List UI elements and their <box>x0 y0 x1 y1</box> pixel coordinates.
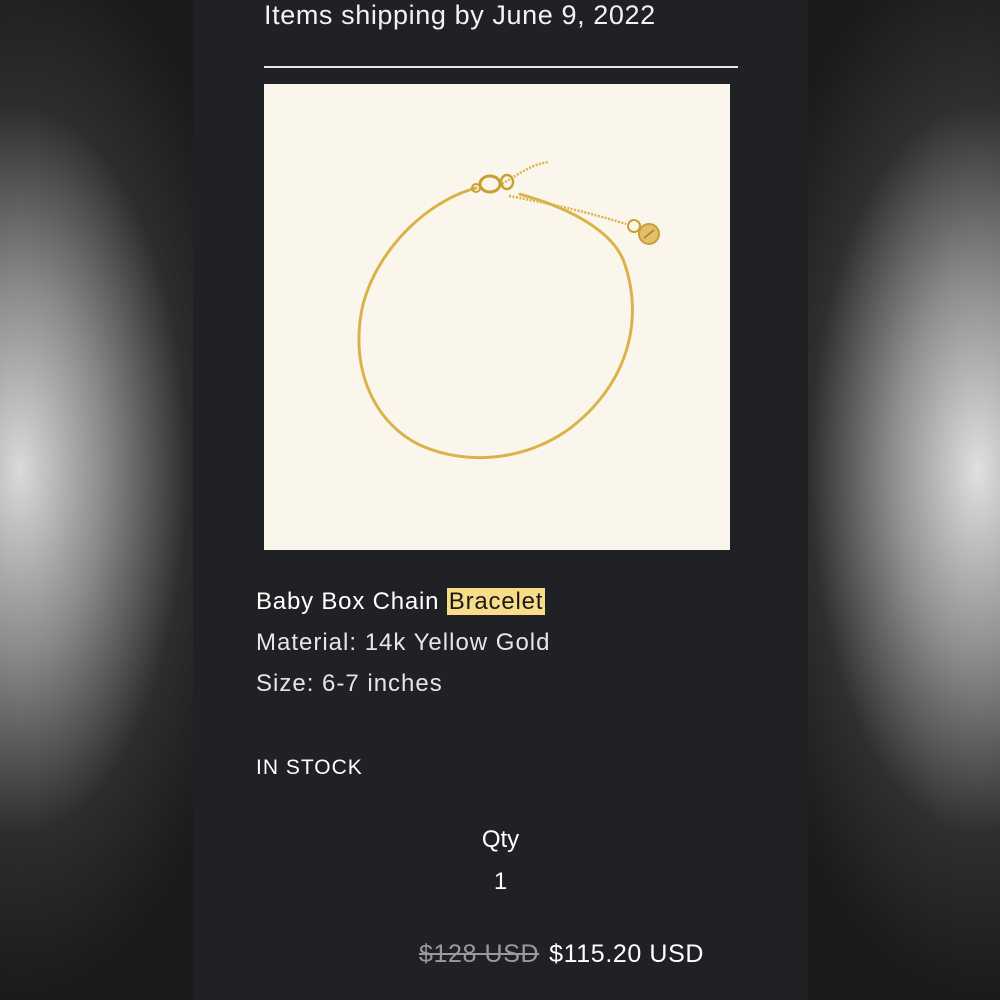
product-size: Size: 6-7 inches <box>256 670 443 697</box>
sale-price: $115.20 USD <box>549 940 704 968</box>
bracelet-image-icon <box>357 160 660 460</box>
product-image[interactable] <box>264 84 730 550</box>
quantity-value[interactable]: 1 <box>193 868 808 896</box>
backdrop-left-glow <box>0 0 193 1000</box>
product-name-prefix: Baby Box Chain <box>256 588 447 615</box>
product-name-highlight: Bracelet <box>446 588 546 615</box>
product-name[interactable]: Baby Box Chain Bracelet <box>256 588 546 616</box>
stock-status: IN STOCK <box>256 756 363 779</box>
quantity-label: Qty <box>481 826 520 853</box>
backdrop-right-glow <box>808 0 1000 1000</box>
product-material: Material: 14k Yellow Gold <box>256 629 551 656</box>
original-price: $128 USD <box>419 940 540 968</box>
price-row: $128 USD $115.20 USD <box>419 940 704 969</box>
divider <box>264 66 738 68</box>
order-item-panel: Items shipping by June 9, 2022 Baby Box … <box>193 0 808 1000</box>
shipping-date-text: Items shipping by June 9, 2022 <box>264 0 656 30</box>
